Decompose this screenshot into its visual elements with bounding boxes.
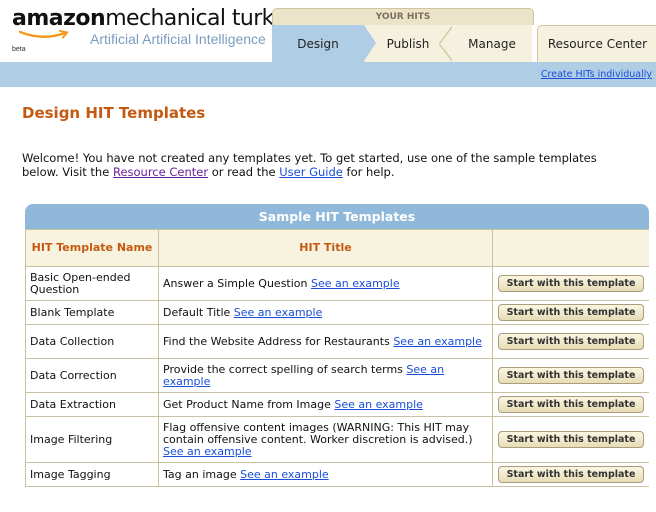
hit-title: Answer a Simple Question — [163, 276, 308, 290]
action-cell: Start with this template — [492, 416, 649, 463]
resource-center-link[interactable]: Resource Center — [113, 165, 208, 179]
template-name: Data Correction — [25, 358, 159, 393]
table-row: Data Collection Find the Website Address… — [25, 324, 649, 359]
hit-title-cell: Tag an image See an example — [158, 462, 493, 487]
table-row: Image Filtering Flag offensive content i… — [25, 416, 649, 463]
tab-design[interactable]: Design — [272, 25, 376, 62]
template-name: Data Collection — [25, 324, 159, 359]
user-guide-link[interactable]: User Guide — [279, 165, 343, 179]
start-with-template-button[interactable]: Start with this template — [498, 466, 644, 483]
hit-title: Tag an image — [163, 467, 237, 481]
hit-title: Find the Website Address for Restaurants — [163, 334, 390, 348]
table-row: Data Extraction Get Product Name from Im… — [25, 392, 649, 417]
template-name: Data Extraction — [25, 392, 159, 417]
table-row: Image Tagging Tag an image See an exampl… — [25, 462, 649, 487]
action-cell: Start with this template — [492, 300, 649, 325]
template-name: Basic Open-ended Question — [25, 266, 159, 301]
sample-templates-title: Sample HIT Templates — [25, 204, 649, 229]
start-with-template-button[interactable]: Start with this template — [498, 275, 644, 292]
hit-title: Get Product Name from Image — [163, 397, 331, 411]
template-name: Image Filtering — [25, 416, 159, 463]
logo-mechanical-turk-text: mechanical turk — [105, 6, 274, 31]
start-with-template-button[interactable]: Start with this template — [498, 367, 644, 384]
start-with-template-button[interactable]: Start with this template — [498, 333, 644, 350]
templates-table: HIT Template Name HIT Title Basic Open-e… — [25, 229, 649, 487]
logo-amazon-text: amazon — [12, 6, 106, 31]
hit-title-cell: Flag offensive content images (WARNING: … — [158, 416, 493, 463]
hit-title-cell: Find the Website Address for Restaurants… — [158, 324, 493, 359]
see-example-link[interactable]: See an example — [234, 306, 323, 319]
see-example-link[interactable]: See an example — [240, 468, 329, 481]
welcome-message: Welcome! You have not created any templa… — [22, 151, 622, 179]
tab-resource-center[interactable]: Resource Center — [537, 25, 656, 62]
tab-publish[interactable]: Publish — [364, 25, 453, 62]
action-cell: Start with this template — [492, 392, 649, 417]
table-row: Basic Open-ended Question Answer a Simpl… — [25, 266, 649, 301]
table-row: Blank Template Default Title See an exam… — [25, 300, 649, 325]
column-header-template-name: HIT Template Name — [25, 229, 159, 267]
welcome-text-2: or read the — [208, 165, 280, 179]
create-hits-individually-link[interactable]: Create HITs individually — [541, 69, 652, 80]
start-with-template-button[interactable]: Start with this template — [498, 304, 644, 321]
column-header-action — [492, 229, 649, 267]
action-cell: Start with this template — [492, 462, 649, 487]
see-example-link[interactable]: See an example — [393, 335, 482, 348]
sample-templates-panel: Sample HIT Templates HIT Template Name H… — [25, 204, 649, 487]
start-with-template-button[interactable]: Start with this template — [498, 396, 644, 413]
action-cell: Start with this template — [492, 358, 649, 393]
table-header-row: HIT Template Name HIT Title — [25, 229, 649, 267]
logo-tagline: Artificial Artificial Intelligence — [90, 31, 266, 47]
hit-title-cell: Get Product Name from Image See an examp… — [158, 392, 493, 417]
template-name: Blank Template — [25, 300, 159, 325]
action-cell: Start with this template — [492, 324, 649, 359]
table-row: Data Correction Provide the correct spel… — [25, 358, 649, 393]
hit-title: Default Title — [163, 305, 231, 319]
see-example-link[interactable]: See an example — [311, 277, 400, 290]
your-hits-label: YOUR HITS — [272, 8, 534, 25]
hit-title-cell: Default Title See an example — [158, 300, 493, 325]
start-with-template-button[interactable]: Start with this template — [498, 431, 644, 448]
column-header-hit-title: HIT Title — [158, 229, 493, 267]
beta-label: beta — [12, 46, 26, 53]
see-example-link[interactable]: See an example — [334, 398, 423, 411]
see-example-link[interactable]: See an example — [163, 445, 252, 458]
welcome-text-3: for help. — [342, 165, 395, 179]
hit-title-cell: Answer a Simple Question See an example — [158, 266, 493, 301]
amazon-smile-icon — [19, 30, 69, 39]
action-cell: Start with this template — [492, 266, 649, 301]
hit-title: Flag offensive content images (WARNING: … — [163, 420, 473, 446]
tab-manage[interactable]: Manage — [452, 25, 532, 62]
hit-title-cell: Provide the correct spelling of search t… — [158, 358, 493, 393]
logo-wordmark: amazonmechanical turk — [12, 8, 274, 30]
template-name: Image Tagging — [25, 462, 159, 487]
subnav-bar: Create HITs individually — [0, 62, 656, 87]
page-title: Design HIT Templates — [22, 104, 206, 122]
amazon-mechanical-turk-logo[interactable]: amazonmechanical turk Artificial Artific… — [6, 8, 274, 54]
